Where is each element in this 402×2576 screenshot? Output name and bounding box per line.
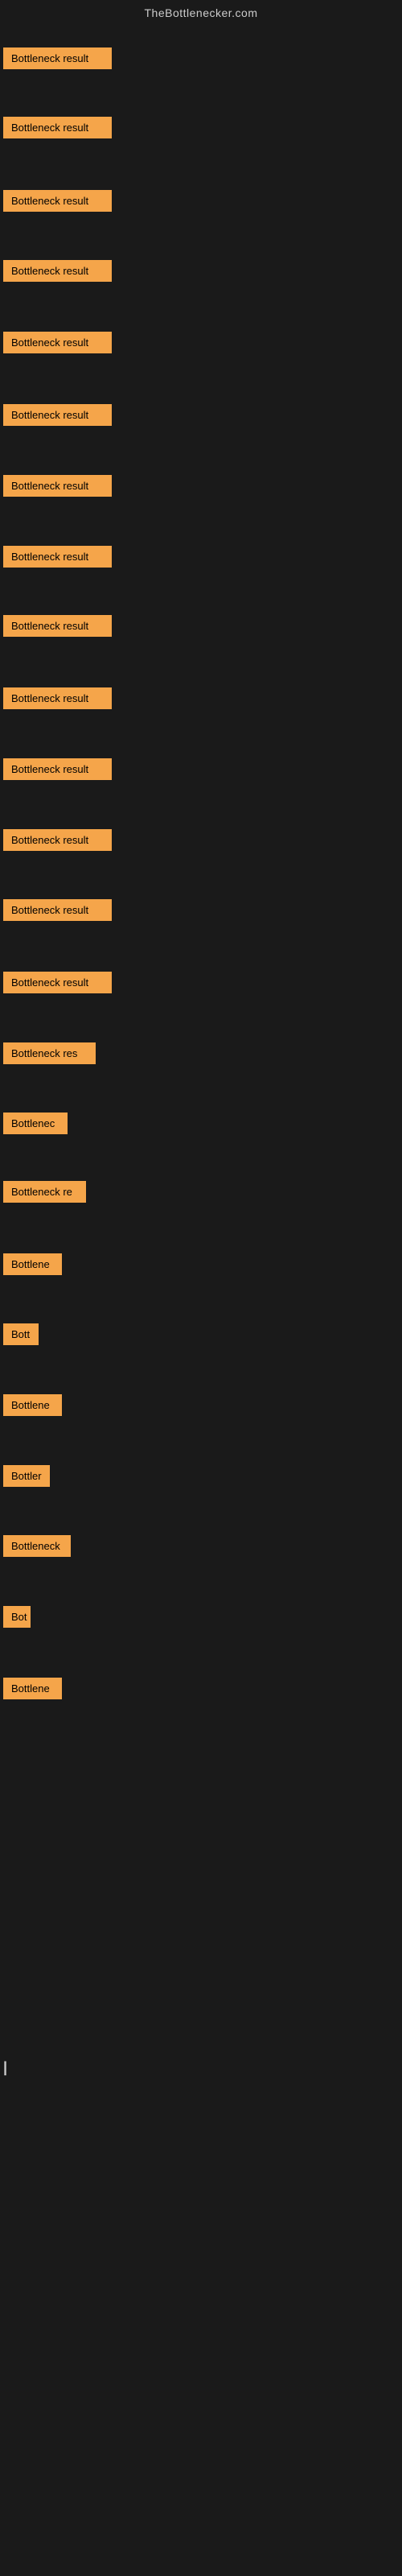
bottleneck-result-item[interactable]: Bottleneck: [3, 1535, 71, 1557]
bottleneck-result-item[interactable]: Bot: [3, 1606, 31, 1628]
bottleneck-result-item[interactable]: Bottleneck result: [3, 190, 112, 212]
bottleneck-result-item[interactable]: Bottlene: [3, 1253, 62, 1275]
text-cursor: |: [3, 2059, 7, 2076]
bottleneck-result-item[interactable]: Bottleneck result: [3, 47, 112, 69]
bottleneck-result-item[interactable]: Bott: [3, 1323, 39, 1345]
bottleneck-result-item[interactable]: Bottlene: [3, 1394, 62, 1416]
bottleneck-result-item[interactable]: Bottlene: [3, 1678, 62, 1699]
bottleneck-result-item[interactable]: Bottleneck result: [3, 687, 112, 709]
bottleneck-result-item[interactable]: Bottlenec: [3, 1113, 68, 1134]
bottleneck-result-item[interactable]: Bottleneck result: [3, 899, 112, 921]
bottleneck-result-item[interactable]: Bottleneck res: [3, 1042, 96, 1064]
bottleneck-result-item[interactable]: Bottleneck result: [3, 972, 112, 993]
items-container: Bottleneck result Bottleneck result Bottle…: [0, 23, 402, 2558]
bottleneck-result-item[interactable]: Bottleneck result: [3, 829, 112, 851]
bottleneck-result-item[interactable]: Bottleneck result: [3, 475, 112, 497]
bottleneck-result-item[interactable]: Bottleneck result: [3, 546, 112, 568]
bottleneck-result-item[interactable]: Bottleneck result: [3, 117, 112, 138]
bottleneck-result-item[interactable]: Bottleneck re: [3, 1181, 86, 1203]
bottleneck-result-item[interactable]: Bottleneck result: [3, 615, 112, 637]
bottleneck-result-item[interactable]: Bottleneck result: [3, 758, 112, 780]
bottleneck-result-item[interactable]: Bottleneck result: [3, 260, 112, 282]
bottleneck-result-item[interactable]: Bottleneck result: [3, 404, 112, 426]
site-title: TheBottlenecker.com: [0, 0, 402, 23]
bottleneck-result-item[interactable]: Bottler: [3, 1465, 50, 1487]
bottleneck-result-item[interactable]: Bottleneck result: [3, 332, 112, 353]
